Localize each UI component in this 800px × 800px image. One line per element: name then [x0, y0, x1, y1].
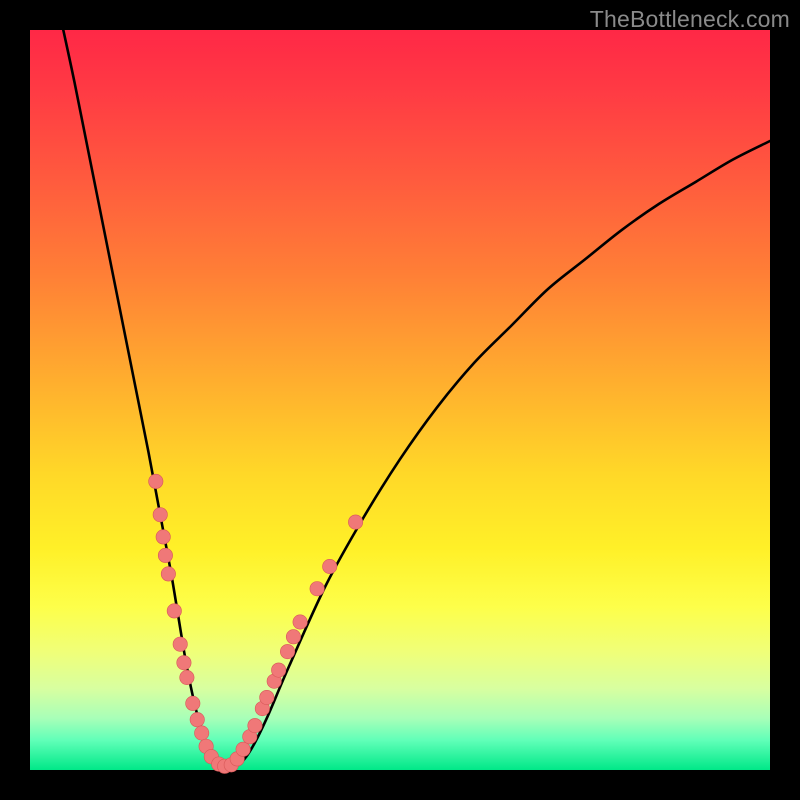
data-dot	[158, 548, 172, 562]
data-dot	[310, 582, 324, 596]
watermark-text: TheBottleneck.com	[590, 6, 790, 33]
chart-container: TheBottleneck.com	[0, 0, 800, 800]
data-dot	[167, 604, 181, 618]
data-dot	[323, 559, 337, 573]
data-dot	[236, 742, 250, 756]
data-dot	[280, 644, 294, 658]
data-dot	[248, 718, 262, 732]
data-dot	[153, 508, 167, 522]
data-dot	[194, 726, 208, 740]
data-dot	[156, 530, 170, 544]
data-dot	[190, 712, 204, 726]
data-dot	[260, 690, 274, 704]
chart-svg	[30, 30, 770, 770]
data-dot	[348, 515, 362, 529]
data-dot	[173, 637, 187, 651]
data-dot	[186, 696, 200, 710]
data-dot	[286, 630, 300, 644]
bottleneck-curve	[63, 30, 770, 766]
data-dot	[271, 663, 285, 677]
data-dot	[177, 656, 191, 670]
data-dot	[293, 615, 307, 629]
data-dot	[161, 567, 175, 581]
data-dot	[149, 474, 163, 488]
data-dot	[180, 670, 194, 684]
